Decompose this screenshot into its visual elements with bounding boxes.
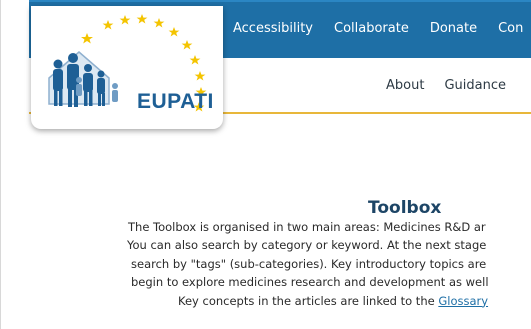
- site-logo[interactable]: EUPATI: [31, 6, 223, 129]
- intro-line-2: You can also search by category or keywo…: [127, 238, 487, 253]
- nav-collaborate[interactable]: Collaborate: [334, 21, 409, 36]
- nav-guidance[interactable]: Guidance: [444, 78, 506, 93]
- intro-line-5-text: Key concepts in the articles are linked …: [178, 293, 439, 308]
- top-navigation: Accessibility Collaborate Donate Con: [233, 21, 531, 36]
- intro-paragraph: The Toolbox is organised in two main are…: [127, 218, 531, 310]
- intro-line-5: Key concepts in the articles are linked …: [178, 292, 531, 310]
- nav-donate[interactable]: Donate: [430, 21, 477, 36]
- nav-contact[interactable]: Con: [498, 21, 523, 36]
- intro-line-1: The Toolbox is organised in two main are…: [128, 220, 486, 234]
- secondary-navigation: About Guidance: [386, 78, 526, 93]
- nav-about[interactable]: About: [386, 78, 424, 93]
- intro-line-3: search by "tags" (sub-categories). Key i…: [131, 256, 487, 271]
- page-title: Toolbox: [368, 198, 442, 219]
- intro-line-4: begin to explore medicines research and …: [131, 275, 489, 290]
- nav-accessibility[interactable]: Accessibility: [233, 21, 313, 36]
- page-left-border: [0, 0, 1, 329]
- logo-wordmark: EUPATI: [137, 90, 214, 113]
- glossary-link[interactable]: Glossary: [438, 294, 488, 308]
